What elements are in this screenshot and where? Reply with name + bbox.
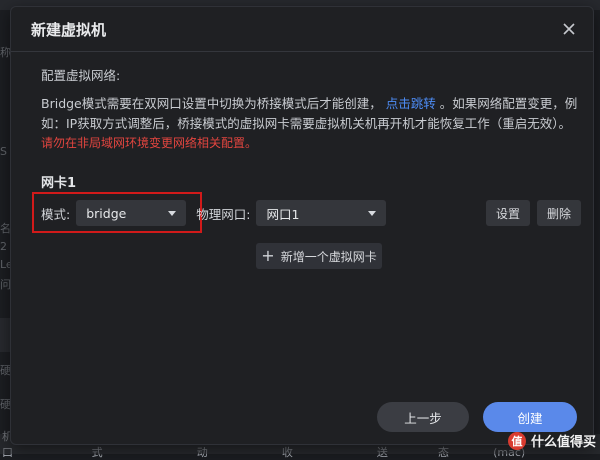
nic-config-row: 模式: bridge 物理网口: 网口1 设置 删除 xyxy=(41,197,581,229)
caret-down-icon xyxy=(368,210,377,216)
settings-button[interactable]: 设置 xyxy=(486,200,530,226)
port-label: 物理网口: xyxy=(196,206,251,222)
delete-button[interactable]: 删除 xyxy=(537,200,581,226)
bridge-description: Bridge模式需要在双网口设置中切换为桥接模式后才能创建， 点击跳转 。如果网络配… xyxy=(41,94,581,134)
dialog-footer: 上一步 创建 xyxy=(11,402,593,444)
watermark: 值 什么值得买 xyxy=(507,431,596,450)
new-vm-dialog: 新建虚拟机 配置虚拟网络: Bridge模式需要在双网口设置中切换为桥接模式后才… xyxy=(10,6,594,445)
dialog-content: 配置虚拟网络: Bridge模式需要在双网口设置中切换为桥接模式后才能创建， 点击… xyxy=(41,65,581,191)
section-label: 配置虚拟网络: xyxy=(41,68,121,83)
add-nic-button[interactable]: + 新增一个虚拟网卡 xyxy=(256,243,382,269)
desc-text: Bridge模式需要在双网口设置中切换为桥接模式后才能创建， xyxy=(41,96,382,111)
port-value: 网口1 xyxy=(266,206,300,222)
close-icon[interactable] xyxy=(559,19,579,39)
mode-select[interactable]: bridge xyxy=(76,200,187,226)
create-button[interactable]: 创建 xyxy=(483,402,577,432)
watermark-text: 什么值得买 xyxy=(530,435,596,450)
prev-step-button[interactable]: 上一步 xyxy=(377,402,469,432)
jump-link[interactable]: 点击跳转 xyxy=(386,96,436,111)
warning-text: 请勿在非局域网环境变更网络相关配置。 xyxy=(41,136,258,150)
nic-title: 网卡1 xyxy=(41,176,77,191)
mode-label: 模式: xyxy=(41,206,71,222)
caret-down-icon xyxy=(168,210,177,216)
dialog-title: 新建虚拟机 xyxy=(31,20,107,39)
add-nic-label: 新增一个虚拟网卡 xyxy=(280,249,377,264)
port-select[interactable]: 网口1 xyxy=(256,200,387,226)
mode-value: bridge xyxy=(86,205,127,221)
dialog-header: 新建虚拟机 xyxy=(11,7,593,52)
watermark-logo-icon: 值 xyxy=(507,431,526,450)
plus-icon: + xyxy=(261,246,275,265)
